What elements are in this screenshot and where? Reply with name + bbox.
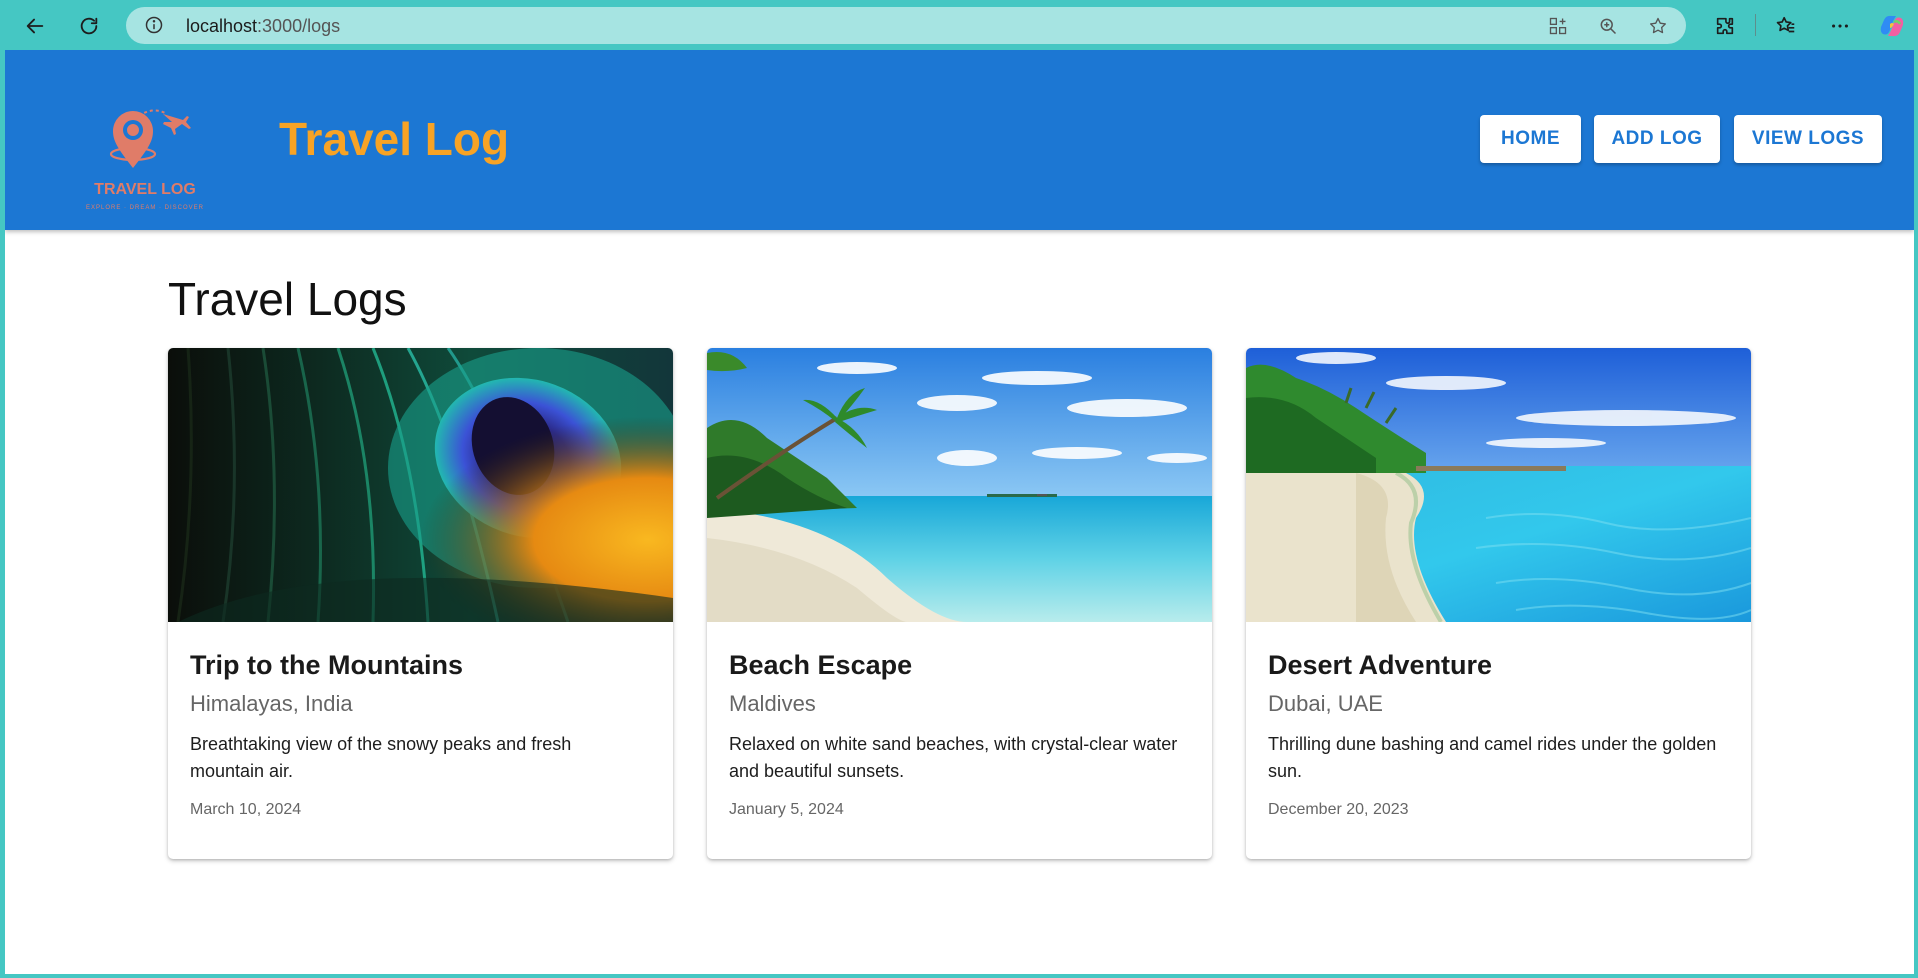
log-card-image: [1246, 348, 1751, 622]
url-host: localhost: [186, 16, 258, 36]
more-options-icon[interactable]: [1823, 9, 1857, 43]
log-card-date: January 5, 2024: [729, 801, 844, 818]
nav-home-button[interactable]: HOME: [1480, 115, 1581, 163]
favorite-star-icon[interactable]: [1646, 14, 1670, 38]
log-card-description: Relaxed on white sand beaches, with crys…: [729, 734, 1178, 781]
back-icon[interactable]: [18, 9, 52, 43]
brand-title: Travel Log: [279, 113, 510, 165]
log-card-image: [168, 348, 673, 622]
refresh-icon[interactable]: [72, 9, 106, 43]
travel-log-logo[interactable]: TRAVEL LOG EXPLORE · DREAM · DISCOVER: [75, 98, 215, 214]
app-available-icon[interactable]: [1546, 14, 1570, 38]
log-card-location: Maldives: [729, 691, 816, 716]
log-card[interactable]: Trip to the Mountains Himalayas, India B…: [168, 348, 673, 859]
zoom-icon[interactable]: [1596, 14, 1620, 38]
log-card[interactable]: Beach Escape Maldives Relaxed on white s…: [707, 348, 1212, 859]
log-card-date: March 10, 2024: [190, 801, 302, 818]
page-title: Travel Logs: [168, 273, 407, 325]
nav-add-log-button[interactable]: ADD LOG: [1594, 115, 1720, 163]
log-card-location: Dubai, UAE: [1268, 691, 1383, 716]
log-card-date: December 20, 2023: [1268, 801, 1409, 818]
log-card-title: Trip to the Mountains: [190, 650, 463, 680]
browser-toolbar: localhost:3000/logs: [0, 0, 1918, 50]
app-header: TRAVEL LOG EXPLORE · DREAM · DISCOVER Tr…: [5, 50, 1914, 230]
url-path: :3000/logs: [257, 16, 341, 36]
log-card-image: [707, 348, 1212, 622]
copilot-icon[interactable]: [1878, 12, 1906, 40]
logo-tagline: EXPLORE · DREAM · DISCOVER: [86, 205, 204, 211]
log-card-location: Himalayas, India: [190, 691, 353, 716]
log-card-title: Beach Escape: [729, 650, 913, 680]
favorites-icon[interactable]: [1769, 9, 1803, 43]
nav-view-logs-button[interactable]: VIEW LOGS: [1734, 115, 1882, 163]
address-bar[interactable]: localhost:3000/logs: [126, 7, 1686, 44]
url-text[interactable]: localhost:3000/logs: [186, 16, 340, 37]
log-card[interactable]: Desert Adventure Dubai, UAE Thrilling du…: [1246, 348, 1751, 859]
log-card-description: Breathtaking view of the snowy peaks and…: [190, 734, 572, 781]
logo-text: TRAVEL LOG: [94, 181, 196, 198]
log-card-description: Thrilling dune bashing and camel rides u…: [1268, 734, 1717, 781]
site-info-icon[interactable]: [144, 15, 164, 35]
log-card-title: Desert Adventure: [1268, 650, 1493, 680]
page-viewport: TRAVEL LOG EXPLORE · DREAM · DISCOVER Tr…: [5, 50, 1914, 974]
extensions-icon[interactable]: [1708, 9, 1742, 43]
toolbar-divider: [1755, 14, 1756, 36]
